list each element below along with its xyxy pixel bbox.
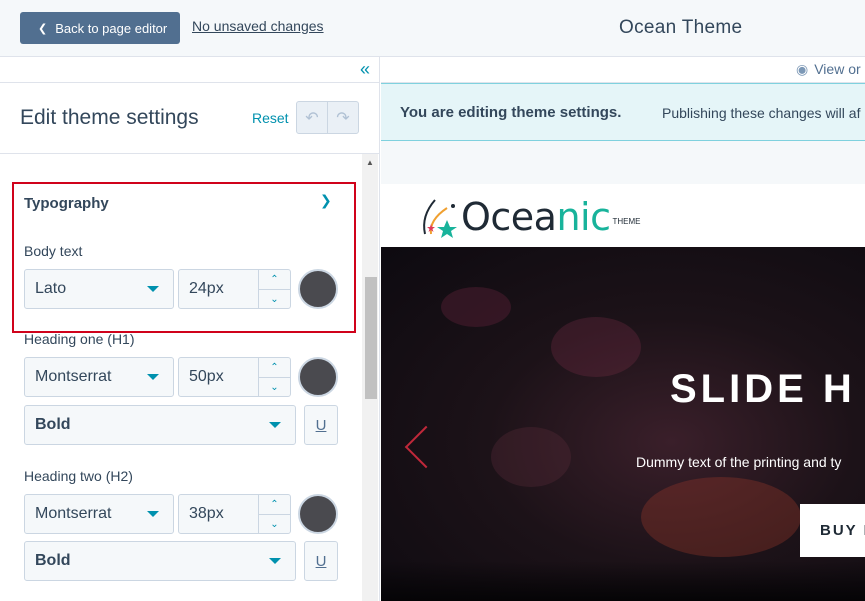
h1-color-swatch[interactable] (298, 357, 338, 397)
redo-icon[interactable]: ↷ (327, 102, 358, 133)
site-preview: Oceanic THEME SLIDE H Dummy text of the … (381, 184, 865, 601)
h1-font-select[interactable]: Montserrat (24, 357, 174, 397)
increment-icon[interactable]: ⌃ (259, 358, 290, 377)
body-size-input[interactable]: 24px ⌃ ⌄ (178, 269, 291, 309)
h2-color-swatch[interactable] (298, 494, 338, 534)
preview-panel: ◉ View or You are editing theme settings.… (381, 57, 865, 601)
h2-size-value: 38px (189, 505, 224, 522)
notice-text: Publishing these changes will af (662, 105, 861, 121)
h2-underline-button[interactable]: U (304, 541, 338, 581)
h2-size-input[interactable]: 38px ⌃ ⌄ (178, 494, 291, 534)
caret-down-icon (269, 558, 281, 564)
caret-down-icon (147, 511, 159, 517)
h1-weight-value: Bold (35, 416, 71, 433)
increment-icon[interactable]: ⌃ (259, 270, 290, 289)
h1-size-stepper: ⌃ ⌄ (258, 358, 290, 396)
scrollbar-thumb[interactable] (365, 277, 377, 399)
hero-slider: SLIDE H Dummy text of the printing and t… (381, 247, 865, 601)
back-to-page-editor-button[interactable]: ❮ Back to page editor (20, 12, 180, 44)
unsaved-changes-link[interactable]: No unsaved changes (192, 18, 324, 34)
slider-prev-arrow-icon[interactable] (404, 425, 448, 469)
h2-size-stepper: ⌃ ⌄ (258, 495, 290, 533)
shooting-star-icon (423, 199, 457, 238)
increment-icon[interactable]: ⌃ (259, 495, 290, 514)
h2-weight-select[interactable]: Bold (24, 541, 296, 581)
theme-settings-panel: « Edit theme settings Reset ↶ ↷ ▲ Typogr… (0, 57, 380, 601)
view-label: View or (814, 61, 861, 77)
logo-wordmark: Oceanic (461, 195, 611, 239)
body-font-select[interactable]: Lato (24, 269, 174, 309)
h1-underline-button[interactable]: U (304, 405, 338, 445)
caret-down-icon (269, 422, 281, 428)
body-color-swatch[interactable] (298, 269, 338, 309)
decrement-icon[interactable]: ⌄ (259, 514, 290, 533)
body-size-value: 24px (189, 280, 224, 297)
firework-glow (641, 477, 801, 557)
eye-icon: ◉ (796, 61, 809, 77)
theme-title: Ocean Theme (619, 17, 743, 38)
chevron-up-icon[interactable]: ❯ (320, 192, 332, 209)
h2-font-value: Montserrat (35, 505, 112, 522)
hero-subtitle: Dummy text of the printing and ty (636, 454, 842, 470)
undo-icon[interactable]: ↶ (297, 102, 327, 133)
body-size-stepper: ⌃ ⌄ (258, 270, 290, 308)
collapse-panel-icon[interactable]: « (360, 59, 370, 79)
view-link[interactable]: ◉ View or (796, 61, 861, 78)
crowd-silhouette (381, 561, 865, 601)
buy-button[interactable]: BUY I (800, 504, 865, 557)
oceanic-logo[interactable]: Oceanic THEME (417, 194, 641, 240)
caret-down-icon (147, 286, 159, 292)
firework-glow (491, 427, 571, 487)
view-bar: ◉ View or (381, 57, 865, 83)
body-font-value: Lato (35, 280, 67, 297)
collapse-row: « (0, 57, 379, 83)
h1-font-value: Montserrat (35, 368, 112, 385)
h1-weight-select[interactable]: Bold (24, 405, 296, 445)
typography-section-title[interactable]: Typography (24, 195, 109, 212)
hero-title: SLIDE H (670, 367, 856, 411)
h2-label: Heading two (H2) (24, 468, 133, 484)
panel-header: Edit theme settings Reset ↶ ↷ (0, 84, 379, 154)
notice-title: You are editing theme settings. (400, 104, 622, 121)
h2-font-select[interactable]: Montserrat (24, 494, 174, 534)
decrement-icon[interactable]: ⌄ (259, 377, 290, 396)
top-bar: ❮ Back to page editor No unsaved changes… (0, 0, 865, 57)
h1-label: Heading one (H1) (24, 331, 135, 347)
decrement-icon[interactable]: ⌄ (259, 289, 290, 308)
h1-size-input[interactable]: 50px ⌃ ⌄ (178, 357, 291, 397)
reset-link[interactable]: Reset (252, 110, 289, 126)
h1-size-value: 50px (189, 368, 224, 385)
logo-subtitle: THEME (612, 216, 641, 226)
site-header: Oceanic THEME (381, 184, 865, 247)
scroll-up-arrow-icon[interactable]: ▲ (366, 158, 374, 167)
body-text-label: Body text (24, 243, 83, 259)
firework-glow (551, 317, 641, 377)
h2-weight-value: Bold (35, 552, 71, 569)
back-button-label: Back to page editor (55, 20, 168, 36)
settings-scroll-area: ▲ Typography ❯ Body text Lato 24px ⌃ ⌄ H… (0, 154, 379, 601)
undo-redo-group: ↶ ↷ (296, 101, 359, 134)
panel-title: Edit theme settings (20, 106, 199, 129)
editing-notice-banner: You are editing theme settings. Publishi… (381, 83, 865, 141)
chevron-left-icon: ❮ (38, 22, 48, 35)
firework-glow (441, 287, 511, 327)
caret-down-icon (147, 374, 159, 380)
